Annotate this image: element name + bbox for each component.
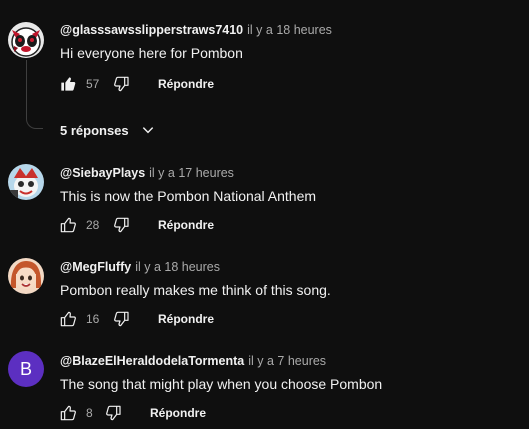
reply-button[interactable]: Répondre: [158, 312, 214, 326]
comment-actions: 16 Répondre: [58, 307, 214, 331]
thumbs-down-icon: [114, 76, 129, 92]
view-replies-button[interactable]: 5 réponses: [60, 120, 155, 140]
like-count: 16: [86, 312, 100, 326]
avatar[interactable]: B: [8, 351, 44, 387]
red-haired-girl-avatar-icon: [8, 258, 44, 294]
author-handle[interactable]: @BlazeElHeraldodelaTormenta: [60, 354, 244, 368]
like-count: 28: [86, 218, 100, 232]
thumbs-up-filled-icon: [61, 77, 76, 91]
reply-button[interactable]: Répondre: [158, 77, 214, 91]
comment-text: The song that might play when you choose…: [60, 376, 383, 392]
avatar-letter: B: [19, 358, 32, 379]
comment-header: @MegFluffy il y a 18 heures: [60, 260, 220, 274]
comment-actions: 8 Répondre: [58, 401, 206, 425]
timestamp[interactable]: il y a 18 heures: [247, 23, 332, 37]
replies-label: 5 réponses: [60, 122, 129, 138]
comment-header: @glasssawsslipperstraws7410 il y a 18 heu…: [60, 23, 332, 37]
timestamp[interactable]: il y a 17 heures: [149, 166, 234, 180]
avatar[interactable]: [8, 22, 44, 58]
thread-connector: [26, 60, 43, 129]
comment-text: Hi everyone here for Pombon: [60, 45, 243, 61]
avatar[interactable]: [8, 258, 44, 294]
dislike-button[interactable]: [112, 309, 132, 329]
thumbs-down-icon: [106, 405, 121, 421]
like-count: 8: [86, 406, 93, 420]
reply-button[interactable]: Répondre: [158, 218, 214, 232]
like-button[interactable]: [58, 403, 78, 423]
author-handle[interactable]: @MegFluffy: [60, 260, 131, 274]
timestamp[interactable]: il y a 7 heures: [248, 354, 326, 368]
like-button[interactable]: [58, 74, 78, 94]
comment-text: Pombon really makes me think of this son…: [60, 282, 331, 298]
avatar[interactable]: [8, 164, 44, 200]
like-button[interactable]: [58, 309, 78, 329]
like-button[interactable]: [58, 215, 78, 235]
thumbs-down-icon: [114, 217, 129, 233]
thumbs-up-icon: [60, 217, 76, 233]
author-handle[interactable]: @glasssawsslipperstraws7410: [60, 23, 243, 37]
comment-header: @SiebayPlays il y a 17 heures: [60, 166, 234, 180]
comment-text: This is now the Pombon National Anthem: [60, 188, 317, 204]
thumbs-up-icon: [60, 405, 76, 421]
thumbs-up-icon: [60, 311, 76, 327]
dislike-button[interactable]: [112, 74, 132, 94]
reply-button[interactable]: Répondre: [150, 406, 206, 420]
author-handle[interactable]: @SiebayPlays: [60, 166, 145, 180]
like-count: 57: [86, 77, 100, 91]
comment-actions: 57 Répondre: [58, 72, 214, 96]
comment-actions: 28 Répondre: [58, 213, 214, 237]
panda-mascot-avatar-icon: [8, 22, 44, 58]
comment-header: @BlazeElHeraldodelaTormenta il y a 7 heur…: [60, 354, 326, 368]
dislike-button[interactable]: [112, 215, 132, 235]
chevron-down-icon: [142, 127, 153, 134]
dislike-button[interactable]: [104, 403, 124, 423]
timestamp[interactable]: il y a 18 heures: [135, 260, 220, 274]
thumbs-down-icon: [114, 311, 129, 327]
cartoon-character-avatar-icon: [8, 164, 44, 200]
